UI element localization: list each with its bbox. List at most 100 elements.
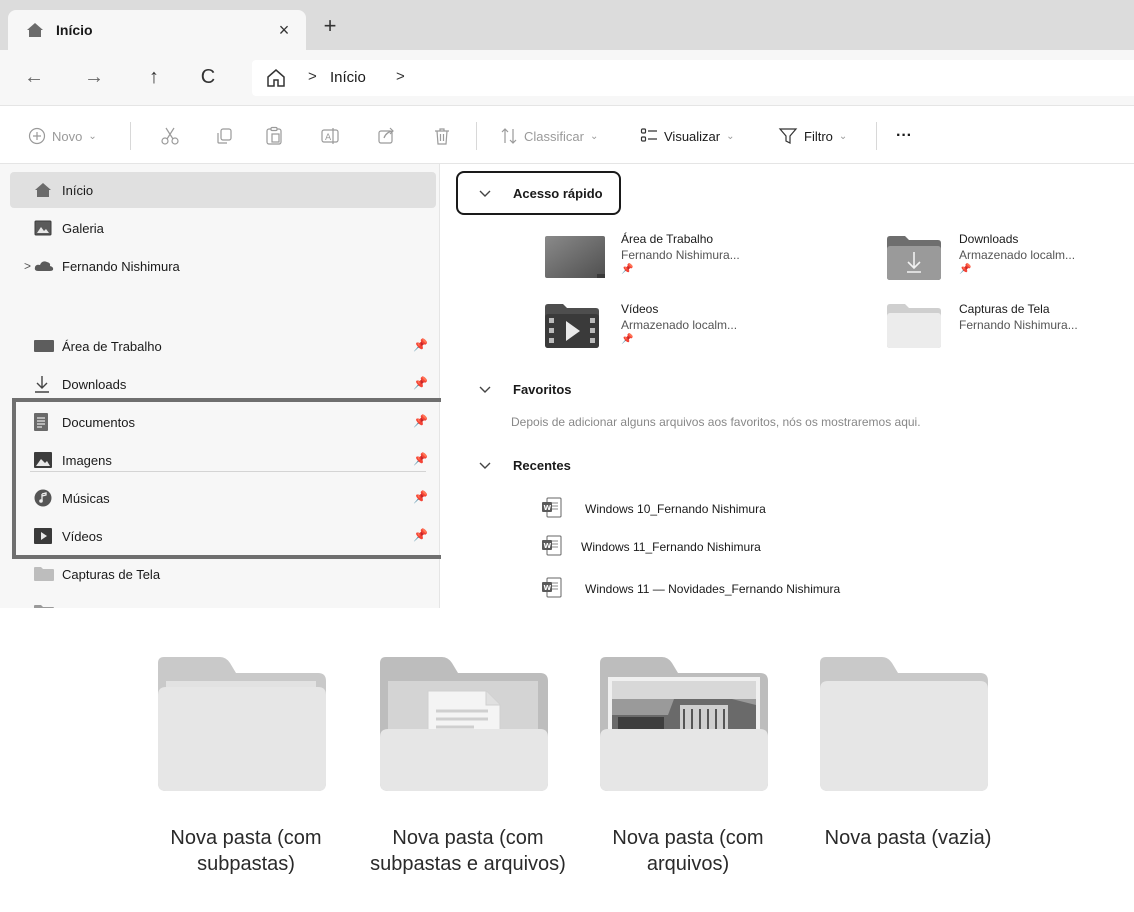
word-document-icon: W — [541, 535, 563, 560]
folder-label: Nova pasta (com arquivos) — [612, 827, 764, 875]
sidebar-item-downloads[interactable]: Downloads 📌 — [10, 366, 436, 402]
toolbar-divider — [876, 122, 877, 150]
breadcrumb-separator: > — [308, 68, 317, 85]
recent-file-name: Windows 11_Fernando Nishimura — [581, 540, 761, 554]
quick-access-item-area-de-trabalho[interactable]: Área de Trabalho Fernando Nishimura... 📌 — [545, 232, 845, 292]
toolbar-divider — [130, 122, 131, 150]
new-button[interactable]: Novo ⌄ — [28, 124, 97, 148]
address-bar[interactable]: > Início > — [252, 60, 1134, 96]
gallery-icon — [34, 220, 56, 236]
sidebar-item-capturas-de-tela[interactable]: Capturas de Tela — [10, 556, 436, 592]
tab-inicio[interactable]: Início × — [8, 10, 306, 50]
share-button[interactable] — [376, 124, 396, 148]
sidebar-item-partial — [10, 594, 436, 608]
content-pane: Acesso rápido Área de Trabalho Fernando … — [441, 164, 1134, 608]
sidebar-item-area-de-trabalho[interactable]: Área de Trabalho 📌 — [10, 328, 436, 364]
refresh-button[interactable]: C — [192, 64, 224, 92]
section-favoritos[interactable]: Favoritos — [479, 382, 572, 397]
sidebar-item-label: Galeria — [62, 220, 104, 236]
section-recentes[interactable]: Recentes — [479, 458, 571, 473]
rename-icon: A — [320, 126, 340, 146]
view-label: Visualizar — [664, 128, 721, 144]
folder-label: Nova pasta (com subpastas e arquivos) — [370, 827, 566, 875]
pin-icon: 📌 — [621, 264, 634, 275]
sidebar-item-label: Downloads — [62, 376, 127, 392]
word-document-icon: W — [541, 497, 563, 522]
share-icon — [376, 126, 396, 146]
sort-label: Classificar — [524, 128, 584, 144]
section-acesso-rapido[interactable]: Acesso rápido — [479, 186, 603, 201]
recent-file-item[interactable]: W Windows 11 — Novidades_Fernando Nishim… — [541, 577, 841, 600]
folder-with-subfolders-and-files-icon — [380, 657, 548, 791]
sidebar-item-fernando-nishimura[interactable]: > Fernando Nishimura — [10, 248, 436, 284]
command-bar: Novo ⌄ A Classificar ⌄ Visualizar ⌄ Filt… — [0, 106, 1134, 164]
clipboard-icon — [264, 126, 284, 146]
quick-access-location: Armazenado localm... — [959, 248, 1076, 262]
sidebar-item-inicio[interactable]: Início — [10, 172, 436, 208]
quick-access-item-capturas-de-tela[interactable]: Capturas de Tela Fernando Nishimura... — [887, 302, 1134, 362]
svg-text:W: W — [544, 584, 552, 592]
view-icon — [640, 127, 658, 145]
filter-label: Filtro — [804, 128, 833, 144]
pin-icon: 📌 — [959, 264, 972, 275]
view-button[interactable]: Visualizar ⌄ — [640, 124, 735, 148]
chevron-down-icon[interactable] — [479, 458, 513, 473]
chevron-down-icon[interactable] — [479, 186, 513, 201]
desktop-icon — [34, 340, 56, 352]
svg-text:W: W — [544, 542, 552, 550]
pin-icon[interactable]: 📌 — [413, 338, 428, 352]
quick-access-name: Capturas de Tela — [959, 302, 1050, 316]
up-button[interactable]: ↑ — [138, 64, 170, 92]
breadcrumb-chevron[interactable]: > — [396, 68, 405, 85]
quick-access-name: Downloads — [959, 232, 1019, 246]
quick-access-item-downloads[interactable]: Downloads Armazenado localm... 📌 — [887, 232, 1134, 292]
home-icon — [26, 22, 44, 43]
rename-button[interactable]: A — [320, 124, 340, 148]
chevron-right-icon[interactable]: > — [24, 259, 31, 273]
quick-access-item-videos[interactable]: Vídeos Armazenado localm... 📌 — [545, 302, 845, 362]
recent-file-item[interactable]: W Windows 11_Fernando Nishimura — [541, 535, 761, 560]
sidebar-item-label: Área de Trabalho — [62, 338, 162, 354]
chevron-down-icon: ⌄ — [589, 130, 599, 142]
paste-button[interactable] — [264, 124, 284, 148]
cut-button[interactable] — [160, 124, 180, 148]
close-tab-icon[interactable]: × — [270, 16, 298, 44]
pin-icon[interactable]: 📌 — [413, 376, 428, 390]
recent-file-item[interactable]: W Windows 10_Fernando Nishimura — [541, 497, 766, 522]
filter-icon — [778, 126, 798, 146]
breadcrumb-inicio[interactable]: Início — [330, 69, 366, 86]
sort-icon — [500, 127, 518, 145]
empty-folder-icon — [820, 657, 988, 791]
trash-icon — [432, 126, 452, 146]
forward-button[interactable]: → — [78, 64, 110, 92]
sort-button[interactable]: Classificar ⌄ — [500, 124, 598, 148]
back-button[interactable]: ← — [18, 64, 50, 92]
videos-folder-icon — [545, 304, 599, 348]
home-icon[interactable] — [266, 68, 286, 93]
folder-label: Nova pasta (com subpastas) — [170, 827, 322, 875]
quick-access-location: Fernando Nishimura... — [621, 248, 740, 262]
quick-access-location: Fernando Nishimura... — [959, 318, 1078, 332]
filter-button[interactable]: Filtro ⌄ — [778, 124, 847, 148]
home-icon — [34, 182, 56, 198]
chevron-down-icon: ⌄ — [88, 130, 97, 142]
section-title: Recentes — [513, 458, 571, 473]
toolbar-divider — [476, 122, 477, 150]
new-label: Novo — [52, 128, 83, 144]
recent-file-name: Windows 11 — Novidades_Fernando Nishimur… — [585, 582, 841, 596]
chevron-down-icon[interactable] — [479, 382, 513, 397]
quick-access-name: Área de Trabalho — [621, 232, 714, 246]
delete-button[interactable] — [432, 124, 452, 148]
folder-icon — [887, 304, 941, 348]
sidebar-item-galeria[interactable]: Galeria — [10, 210, 436, 246]
more-options-button[interactable]: ··· — [896, 124, 912, 148]
folder-icon — [34, 605, 56, 608]
folder-with-subfolders-icon — [158, 657, 326, 791]
sidebar-item-label: Fernando Nishimura — [62, 258, 180, 274]
copy-button[interactable] — [214, 124, 234, 148]
chevron-down-icon: ⌄ — [838, 130, 848, 142]
new-tab-button[interactable]: + — [316, 14, 344, 42]
pin-icon: 📌 — [621, 334, 634, 345]
tab-bar: Início × + — [0, 0, 1134, 50]
folder-label: Nova pasta (vazia) — [824, 827, 992, 849]
